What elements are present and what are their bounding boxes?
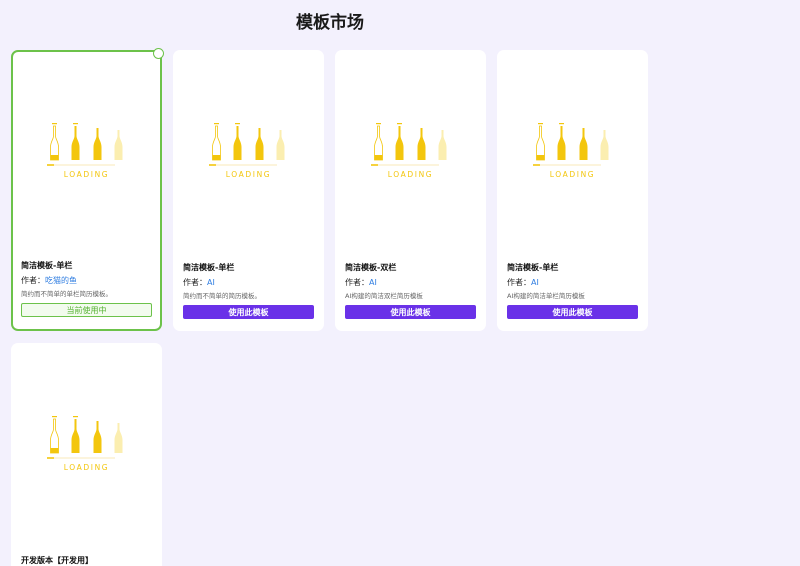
template-description: AI构建的简洁双栏简历模板 bbox=[345, 292, 423, 300]
template-description: AI构建的简洁单栏简历模板 bbox=[507, 292, 585, 300]
author-name[interactable]: AI bbox=[531, 278, 539, 287]
template-name: 简洁模板-双栏 bbox=[345, 263, 397, 272]
use-template-button[interactable]: 使用此模板 bbox=[345, 305, 476, 319]
current-template-badge: 当前使用中 bbox=[21, 303, 152, 317]
template-info: 简洁模板-单栏 作者：AI 简约而不简单的简历模板。 使用此模板 bbox=[183, 262, 314, 319]
template-description: 简约而不简单的单栏简历模板。 bbox=[21, 290, 112, 298]
loading-text: LOADING bbox=[63, 170, 110, 179]
template-name: 简洁模板-单栏 bbox=[183, 263, 235, 272]
author-row: 作者：AI bbox=[507, 277, 638, 289]
author-row: 作者：AI bbox=[345, 277, 476, 289]
author-name[interactable]: 吃猫的鱼 bbox=[45, 276, 77, 285]
loading-animation: LOADING bbox=[370, 122, 451, 179]
loading-animation: LOADING bbox=[46, 122, 127, 179]
author-name[interactable]: AI bbox=[207, 278, 215, 287]
use-template-button[interactable]: 使用此模板 bbox=[507, 305, 638, 319]
template-preview: LOADING bbox=[13, 345, 160, 545]
author-label: 作者： bbox=[21, 276, 45, 285]
loading-text: LOADING bbox=[63, 463, 110, 472]
use-template-button[interactable]: 使用此模板 bbox=[183, 305, 314, 319]
template-card[interactable]: LOADING 简洁模板-双栏 作者：AI AI构建的简洁双栏简历模板 使用此模… bbox=[335, 50, 486, 331]
loading-animation: LOADING bbox=[532, 122, 613, 179]
author-row: 作者：AI bbox=[183, 277, 314, 289]
author-row: 作者：吃猫的鱼 bbox=[21, 275, 152, 287]
loading-animation: LOADING bbox=[46, 415, 127, 472]
author-label: 作者： bbox=[345, 278, 369, 287]
template-info: 简洁模板-单栏 作者：AI AI构建的简洁单栏简历模板 使用此模板 bbox=[507, 262, 638, 319]
template-info: 简洁模板-单栏 作者：吃猫的鱼 简约而不简单的单栏简历模板。 当前使用中 bbox=[21, 260, 152, 317]
template-card[interactable]: LOADING 简洁模板-单栏 作者：AI AI构建的简洁单栏简历模板 使用此模… bbox=[497, 50, 648, 331]
template-name: 开发版本【开发用】 bbox=[21, 556, 93, 565]
author-name[interactable]: AI bbox=[369, 278, 377, 287]
bottles-icon bbox=[46, 123, 122, 166]
template-preview: LOADING bbox=[175, 52, 322, 252]
template-grid: LOADING 简洁模板-单栏 作者：吃猫的鱼 简约而不简单的单栏简历模板。 当… bbox=[11, 48, 661, 566]
template-preview: LOADING bbox=[499, 52, 646, 252]
template-info: 简洁模板-双栏 作者：AI AI构建的简洁双栏简历模板 使用此模板 bbox=[345, 262, 476, 319]
template-preview: LOADING bbox=[13, 52, 160, 252]
bottles-icon bbox=[46, 416, 122, 459]
template-card[interactable]: LOADING 简洁模板-单栏 作者：吃猫的鱼 简约而不简单的单栏简历模板。 当… bbox=[11, 48, 164, 331]
loading-text: LOADING bbox=[225, 170, 272, 179]
template-info: 开发版本【开发用】 bbox=[21, 555, 152, 566]
page-title: 模板市场 bbox=[296, 13, 364, 33]
loading-animation: LOADING bbox=[208, 122, 289, 179]
loading-text: LOADING bbox=[549, 170, 596, 179]
template-card[interactable]: LOADING 开发版本【开发用】 bbox=[11, 343, 162, 566]
bottles-icon bbox=[532, 123, 608, 166]
template-preview: LOADING bbox=[337, 52, 484, 252]
template-name: 简洁模板-单栏 bbox=[21, 261, 73, 270]
template-name: 简洁模板-单栏 bbox=[507, 263, 559, 272]
bottles-icon bbox=[370, 123, 446, 166]
author-label: 作者： bbox=[507, 278, 531, 287]
author-label: 作者： bbox=[183, 278, 207, 287]
bottles-icon bbox=[208, 123, 284, 166]
template-description: 简约而不简单的简历模板。 bbox=[183, 292, 261, 300]
loading-text: LOADING bbox=[387, 170, 434, 179]
template-card[interactable]: LOADING 简洁模板-单栏 作者：AI 简约而不简单的简历模板。 使用此模板 bbox=[173, 50, 324, 331]
